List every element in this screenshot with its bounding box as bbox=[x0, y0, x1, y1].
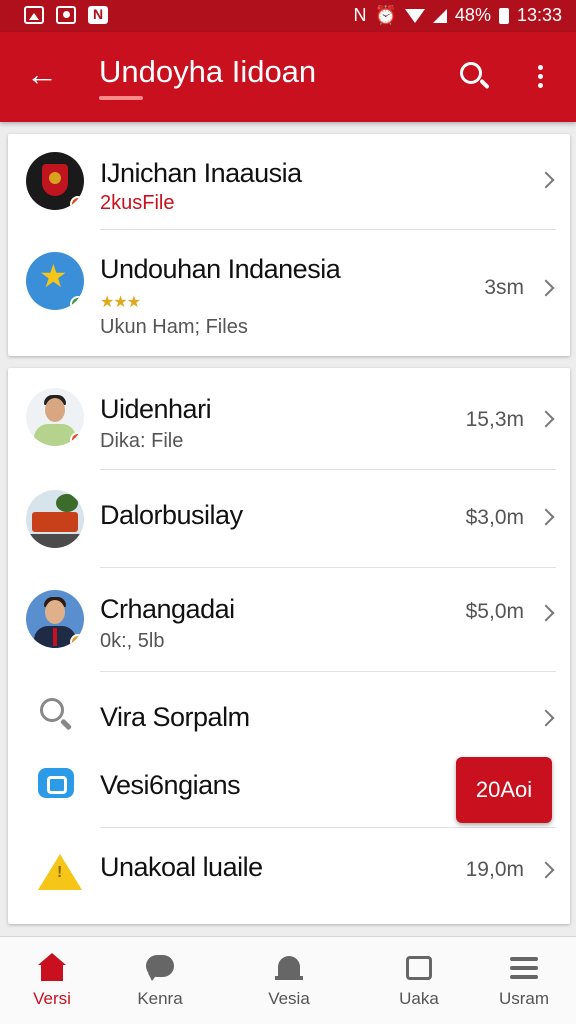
chevron-right-icon bbox=[537, 709, 555, 727]
chat-icon bbox=[144, 953, 176, 983]
page-title: Undoyha Iidoan bbox=[99, 54, 317, 89]
emblem-icon bbox=[26, 152, 84, 210]
nav-label: Vesia bbox=[268, 989, 310, 1008]
list-item-subtitle: Ukun Ham; Files bbox=[100, 316, 248, 338]
bell-icon bbox=[273, 953, 305, 983]
bottom-navigation: Versi Kenra Vesia Uaka Usram bbox=[0, 936, 576, 1024]
status-dot bbox=[70, 432, 84, 446]
notification-icons bbox=[24, 6, 108, 24]
list-item-title: Crhangadai bbox=[100, 594, 235, 624]
file-size: 19,0m bbox=[465, 858, 524, 881]
list-item-title: Undouhan Indanesia bbox=[100, 254, 341, 284]
battery-icon bbox=[498, 7, 509, 24]
star-icon: ★ bbox=[26, 252, 84, 310]
nav-item-usram[interactable]: Usram bbox=[474, 937, 574, 1024]
search-icon bbox=[36, 696, 76, 736]
nav-item-uaka[interactable]: Uaka bbox=[369, 937, 469, 1024]
nav-label: Versi bbox=[33, 989, 71, 1008]
home-icon bbox=[36, 953, 68, 983]
nav-item-vesia[interactable]: Vesia bbox=[239, 937, 339, 1024]
file-size: 3sm bbox=[484, 276, 524, 299]
main-list-card: Uidenhari Dika: File 15,3m Dalorbusilay … bbox=[8, 368, 570, 924]
list-item-subtitle: 0k:, 5lb bbox=[100, 630, 165, 652]
chat-icon bbox=[36, 764, 76, 804]
title-underline bbox=[99, 96, 143, 100]
rating-stars: ★★★ bbox=[100, 294, 141, 311]
warning-icon bbox=[38, 854, 82, 890]
file-size: $5,0m bbox=[465, 600, 524, 623]
list-item[interactable]: IJnichan Inaausia 2kusFile bbox=[8, 134, 570, 230]
status-dot bbox=[70, 196, 84, 210]
signal-icon bbox=[432, 8, 447, 23]
wifi-icon bbox=[404, 8, 425, 23]
camera-notification-icon bbox=[56, 6, 76, 24]
status-dot bbox=[70, 634, 84, 648]
chevron-right-icon bbox=[537, 279, 555, 297]
list-item-title: Uidenhari bbox=[100, 394, 212, 424]
chevron-right-icon bbox=[537, 171, 555, 189]
list-item[interactable]: Uidenhari Dika: File 15,3m bbox=[8, 368, 570, 470]
file-size: $3,0m bbox=[465, 506, 524, 529]
person-avatar bbox=[26, 388, 84, 446]
news-notification-icon bbox=[88, 6, 108, 24]
suit-person-avatar bbox=[26, 590, 84, 648]
status-dot bbox=[70, 296, 84, 310]
list-item-title: Dalorbusilay bbox=[100, 500, 243, 530]
featured-list-card: IJnichan Inaausia 2kusFile ★ Undouhan In… bbox=[8, 134, 570, 356]
nav-label: Usram bbox=[498, 989, 550, 1008]
list-item-subtitle: 2kusFile bbox=[100, 192, 175, 214]
list-item[interactable]: Crhangadai 0k:, 5lb $5,0m bbox=[8, 568, 570, 672]
app-bar: ← Undoyha Iidoan bbox=[0, 32, 576, 122]
image-notification-icon bbox=[24, 6, 44, 24]
nav-item-kenra[interactable]: Kenra bbox=[110, 937, 210, 1024]
nav-label: Uaka bbox=[399, 989, 439, 1008]
list-item[interactable]: ★ Undouhan Indanesia ★★★ Ukun Ham; Files… bbox=[8, 230, 570, 356]
download-badge-button[interactable]: 20Aoi bbox=[456, 757, 552, 823]
list-item-title: IJnichan Inaausia bbox=[100, 158, 302, 188]
chevron-right-icon bbox=[537, 861, 555, 879]
status-bar: N ⏰ 48% 13:33 bbox=[0, 0, 576, 32]
nav-label: Kenra bbox=[137, 989, 183, 1008]
battery-percent: 48% bbox=[454, 5, 491, 25]
chevron-right-icon bbox=[537, 604, 555, 622]
list-item-subtitle: Dika: File bbox=[100, 430, 184, 452]
nav-item-versi[interactable]: Versi bbox=[2, 937, 102, 1024]
list-item[interactable]: Dalorbusilay $3,0m bbox=[8, 470, 570, 568]
list-item-title: Vesi6ngians bbox=[100, 770, 241, 800]
box-icon bbox=[403, 953, 435, 983]
alarm-icon: ⏰ bbox=[374, 5, 397, 25]
truck-avatar bbox=[26, 490, 84, 548]
list-item[interactable]: Unakoal luaile 19,0m bbox=[8, 828, 570, 924]
search-icon[interactable] bbox=[452, 54, 496, 98]
list-item-title: Unakoal luaile bbox=[100, 852, 263, 882]
clock: 13:33 bbox=[516, 5, 562, 25]
list-item-title: Vira Sorpalm bbox=[100, 702, 250, 732]
back-arrow-icon[interactable]: ← bbox=[22, 54, 62, 94]
nfc-icon: N bbox=[353, 5, 367, 25]
list-item[interactable]: Vira Sorpalm bbox=[8, 672, 570, 740]
chevron-right-icon bbox=[537, 508, 555, 526]
system-icons: N ⏰ 48% 13:33 bbox=[354, 5, 563, 26]
more-vert-icon[interactable] bbox=[528, 58, 552, 94]
file-size: 15,3m bbox=[465, 408, 524, 431]
list-icon bbox=[508, 953, 540, 983]
chevron-right-icon bbox=[537, 410, 555, 428]
